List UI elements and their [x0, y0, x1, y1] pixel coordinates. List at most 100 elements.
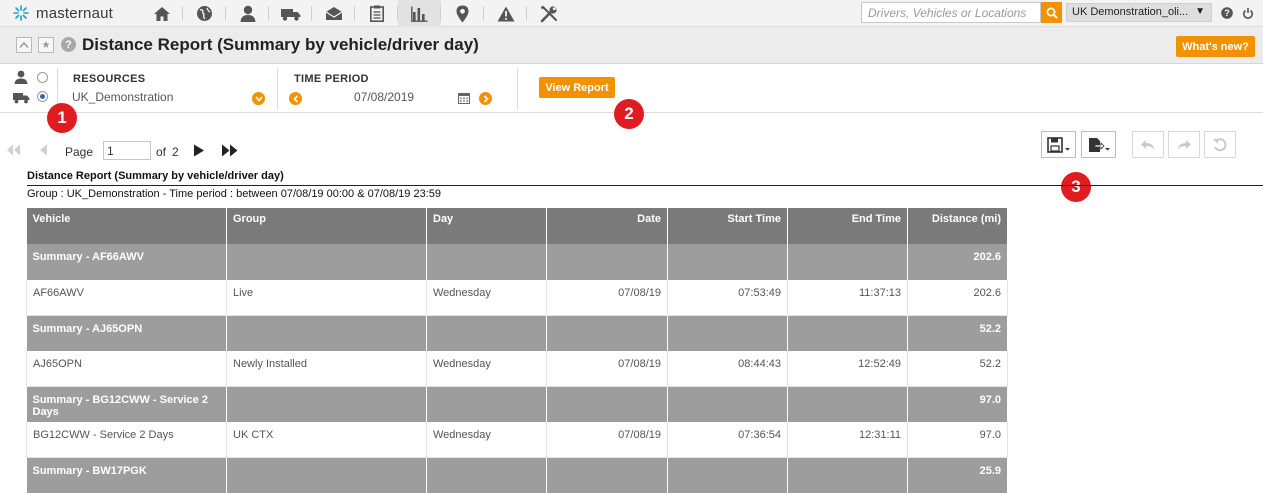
table-cell: Summary - BW17PGK: [26, 457, 227, 493]
nav-drivers[interactable]: [226, 0, 269, 27]
nav-home[interactable]: [140, 0, 183, 27]
account-name: UK Demonstration_oli...: [1072, 6, 1189, 18]
table-cell: 12:52:49: [787, 351, 908, 387]
refresh-icon: [1213, 137, 1227, 151]
nav-reports[interactable]: [398, 0, 441, 27]
column-header: End Time: [787, 208, 908, 244]
summary-row: Summary - BG12CWW - Service 2 Days 97.0: [26, 386, 1008, 422]
resources-label: RESOURCES: [73, 73, 146, 85]
callout-marker: 2: [614, 99, 644, 129]
report-table-body: Summary - AF66AWV 202.6 AF66AWV Live Wednesd…: [26, 244, 1008, 493]
table-cell: [787, 244, 908, 280]
driver-icon: [14, 70, 28, 84]
brand-name: masternaut: [36, 4, 114, 22]
nav-locations[interactable]: [441, 0, 484, 27]
star-icon: ★: [41, 39, 51, 51]
next-day-button[interactable]: [479, 92, 492, 105]
power-icon[interactable]: [1242, 7, 1254, 19]
time-period-label: TIME PERIOD: [294, 73, 369, 85]
forward-button[interactable]: [1168, 131, 1200, 158]
column-header: Vehicle: [26, 208, 227, 244]
table-cell: [426, 244, 547, 280]
resources-dropdown-button[interactable]: [252, 92, 265, 105]
table-cell: 12:31:11: [787, 422, 908, 458]
driver-radio[interactable]: [37, 72, 48, 83]
help-icon[interactable]: ?: [1221, 7, 1233, 19]
table-cell: AF66AWV: [26, 280, 227, 316]
calendar-icon[interactable]: [458, 92, 470, 104]
report-header-rule: [27, 185, 1263, 186]
collapse-button[interactable]: [16, 37, 32, 53]
search-input[interactable]: Drivers, Vehicles or Locations: [861, 2, 1041, 23]
report-help-icon[interactable]: ?: [61, 37, 76, 52]
table-cell: Wednesday: [426, 422, 547, 458]
search-button[interactable]: [1041, 2, 1062, 23]
table-cell: [226, 315, 427, 351]
clipboard-icon: [369, 5, 384, 22]
nav-messages[interactable]: [312, 0, 355, 27]
of-label: of: [156, 145, 167, 159]
back-button[interactable]: [1132, 131, 1164, 158]
home-icon: [153, 6, 170, 21]
nav-vehicles[interactable]: [269, 0, 312, 27]
table-cell: [667, 315, 788, 351]
table-cell: [667, 386, 788, 422]
date-value[interactable]: 07/08/2019: [354, 90, 414, 104]
table-cell: [226, 386, 427, 422]
table-cell: 202.6: [907, 280, 1008, 316]
previous-page-icon[interactable]: [38, 144, 48, 156]
table-cell: [667, 244, 788, 280]
bar-chart-icon: [411, 6, 428, 22]
table-cell: Summary - BG12CWW - Service 2 Days: [26, 386, 227, 422]
top-navigation-bar: masternaut Drivers, Vehicles or Location…: [0, 0, 1263, 27]
nav-map[interactable]: [183, 0, 226, 27]
summary-row: Summary - BW17PGK 25.9: [26, 457, 1008, 493]
page-label: Page: [65, 145, 94, 159]
column-header: Day: [426, 208, 547, 244]
table-cell: AJ65OPN: [26, 351, 227, 387]
table-cell: 52.2: [907, 351, 1008, 387]
table-cell: [426, 386, 547, 422]
resources-value[interactable]: UK_Demonstration: [72, 90, 173, 104]
nav-tasks[interactable]: [355, 0, 398, 27]
account-dropdown[interactable]: UK Demonstration_oli... ▼: [1066, 3, 1212, 22]
view-report-button[interactable]: View Report: [539, 77, 615, 98]
main-menu: [140, 0, 570, 27]
search-icon: [1046, 7, 1058, 19]
favourite-button[interactable]: ★: [38, 37, 54, 53]
table-cell: [426, 315, 547, 351]
divider: [517, 68, 518, 110]
page-header: ★ ? Distance Report (Summary by vehicle/…: [0, 27, 1263, 64]
vehicle-icon: [13, 93, 30, 104]
nav-alerts[interactable]: [484, 0, 527, 27]
last-page-icon[interactable]: [221, 144, 239, 157]
detail-row: AF66AWV Live Wednesday 07/08/19 07:53:49 11:3…: [26, 280, 1008, 316]
whats-new-button[interactable]: What's new?: [1176, 36, 1255, 57]
report-title: Distance Report (Summary by vehicle/driv…: [27, 170, 284, 182]
chevron-up-icon: [19, 41, 29, 49]
location-pin-icon: [456, 5, 469, 22]
table-header-row: Vehicle Group Day Date Start Time End Ti…: [26, 208, 1008, 244]
table-cell: [546, 244, 668, 280]
summary-row: Summary - AF66AWV 202.6: [26, 244, 1008, 280]
refresh-button[interactable]: [1204, 131, 1236, 158]
masternaut-logo[interactable]: masternaut: [12, 4, 113, 22]
divider: [277, 68, 278, 110]
export-button[interactable]: [1081, 131, 1116, 158]
previous-day-button[interactable]: [289, 92, 302, 105]
callout-marker: 1: [47, 103, 77, 133]
table-cell: 07:53:49: [667, 280, 788, 316]
report-pager: Page 1 of 2: [0, 138, 400, 164]
vehicle-radio[interactable]: [37, 91, 48, 102]
first-page-icon[interactable]: [5, 144, 21, 156]
table-cell: [546, 457, 668, 493]
next-page-icon[interactable]: [193, 144, 205, 157]
page-number-input[interactable]: 1: [103, 141, 151, 160]
undo-arrow-icon: [1141, 139, 1154, 150]
table-cell: [226, 457, 427, 493]
globe-icon: [197, 6, 212, 21]
nav-admin[interactable]: [527, 0, 570, 27]
export-icon: [1088, 137, 1110, 152]
detail-row: AJ65OPN Newly Installed Wednesday 07/08/19 0…: [26, 351, 1008, 387]
save-button[interactable]: [1041, 131, 1076, 158]
